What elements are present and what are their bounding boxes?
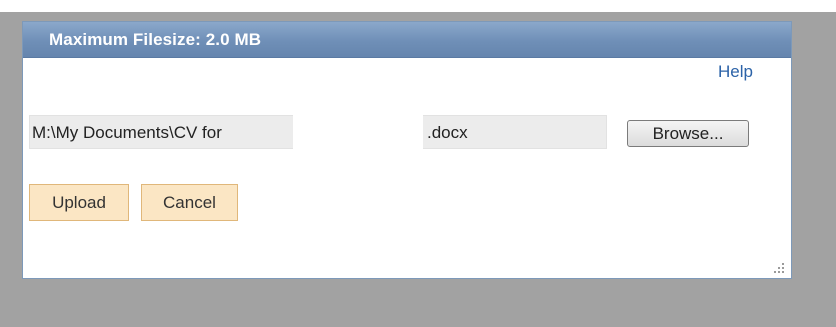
upload-button[interactable]: Upload: [29, 184, 129, 221]
resize-grip-icon[interactable]: [771, 260, 785, 274]
help-link[interactable]: Help: [718, 62, 753, 82]
browse-button[interactable]: Browse...: [627, 120, 749, 147]
file-path-text: M:\My Documents\CV for: [32, 123, 222, 142]
file-extension-text: .docx: [427, 123, 468, 142]
file-upload-dialog: Maximum Filesize: 2.0 MB Help M:\My Docu…: [22, 21, 792, 279]
file-path-blank-segment: [293, 115, 423, 149]
top-background-strip: [0, 0, 836, 12]
dialog-title-bar[interactable]: Maximum Filesize: 2.0 MB: [23, 22, 791, 58]
file-path-input[interactable]: M:\My Documents\CV for .docx: [29, 115, 607, 149]
cancel-button[interactable]: Cancel: [141, 184, 238, 221]
dialog-title: Maximum Filesize: 2.0 MB: [49, 30, 262, 49]
